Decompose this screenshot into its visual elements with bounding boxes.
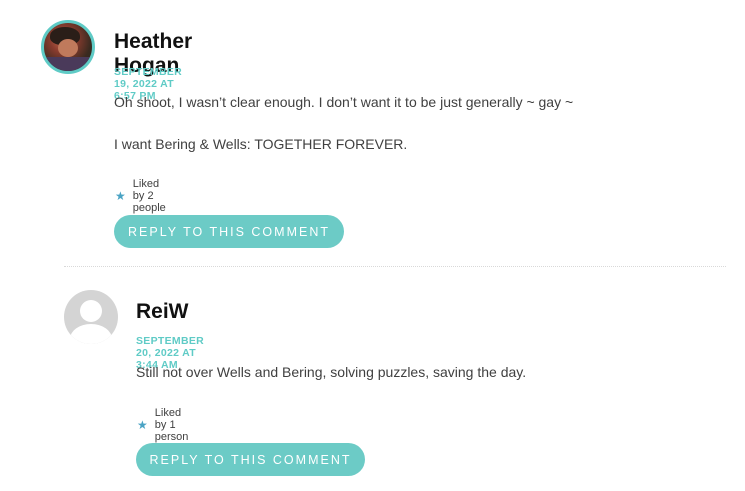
reply-button[interactable]: REPLY TO THIS COMMENT xyxy=(114,215,344,248)
divider xyxy=(64,266,726,267)
avatar[interactable] xyxy=(41,20,95,74)
avatar-face xyxy=(58,39,78,57)
comment-author[interactable]: ReiW xyxy=(136,300,189,324)
comment-text: Still not over Wells and Bering, solving… xyxy=(136,364,527,380)
comment-text: Oh shoot, I wasn’t clear enough. I don’t… xyxy=(114,94,574,110)
comment-text: I want Bering & Wells: TOGETHER FOREVER. xyxy=(114,136,408,152)
likes-info[interactable]: ★ Liked by 1 person xyxy=(137,407,188,443)
star-icon: ★ xyxy=(137,418,148,432)
avatar-head xyxy=(80,300,102,322)
likes-label: Liked by 2 people xyxy=(132,178,166,214)
avatar-body xyxy=(70,324,112,344)
reply-button[interactable]: REPLY TO THIS COMMENT xyxy=(136,443,365,476)
default-avatar-icon[interactable] xyxy=(64,290,118,344)
star-icon: ★ xyxy=(115,189,126,203)
likes-info[interactable]: ★ Liked by 2 people xyxy=(115,178,166,214)
likes-label: Liked by 1 person xyxy=(154,407,189,443)
avatar-shirt xyxy=(44,57,92,71)
